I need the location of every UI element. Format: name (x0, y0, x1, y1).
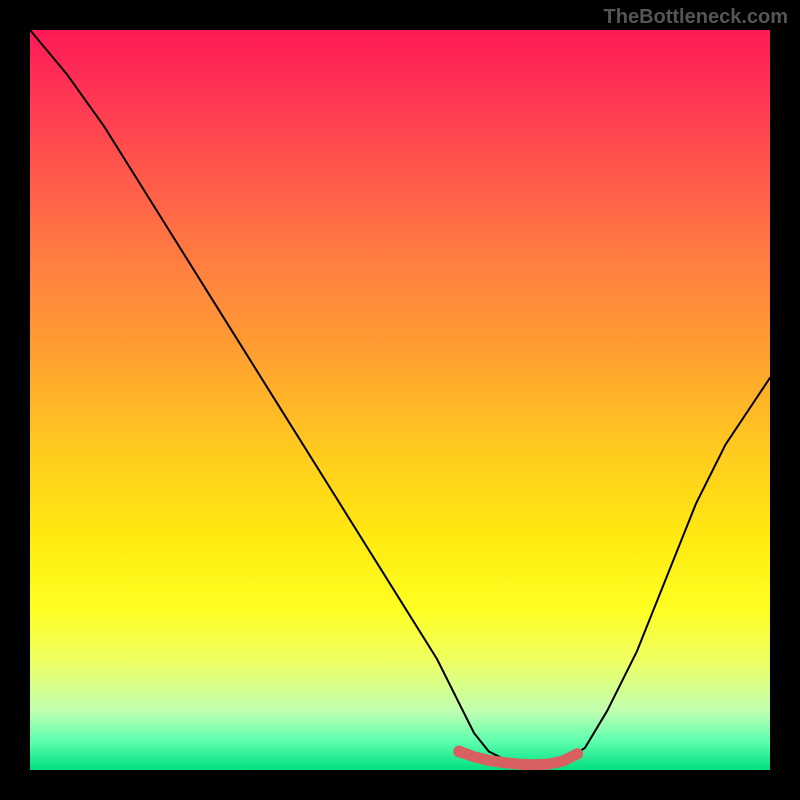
bottleneck-curve (30, 30, 770, 770)
chart-plot-area (30, 30, 770, 770)
watermark-text: TheBottleneck.com (604, 6, 788, 29)
optimal-range-highlight (30, 30, 770, 770)
